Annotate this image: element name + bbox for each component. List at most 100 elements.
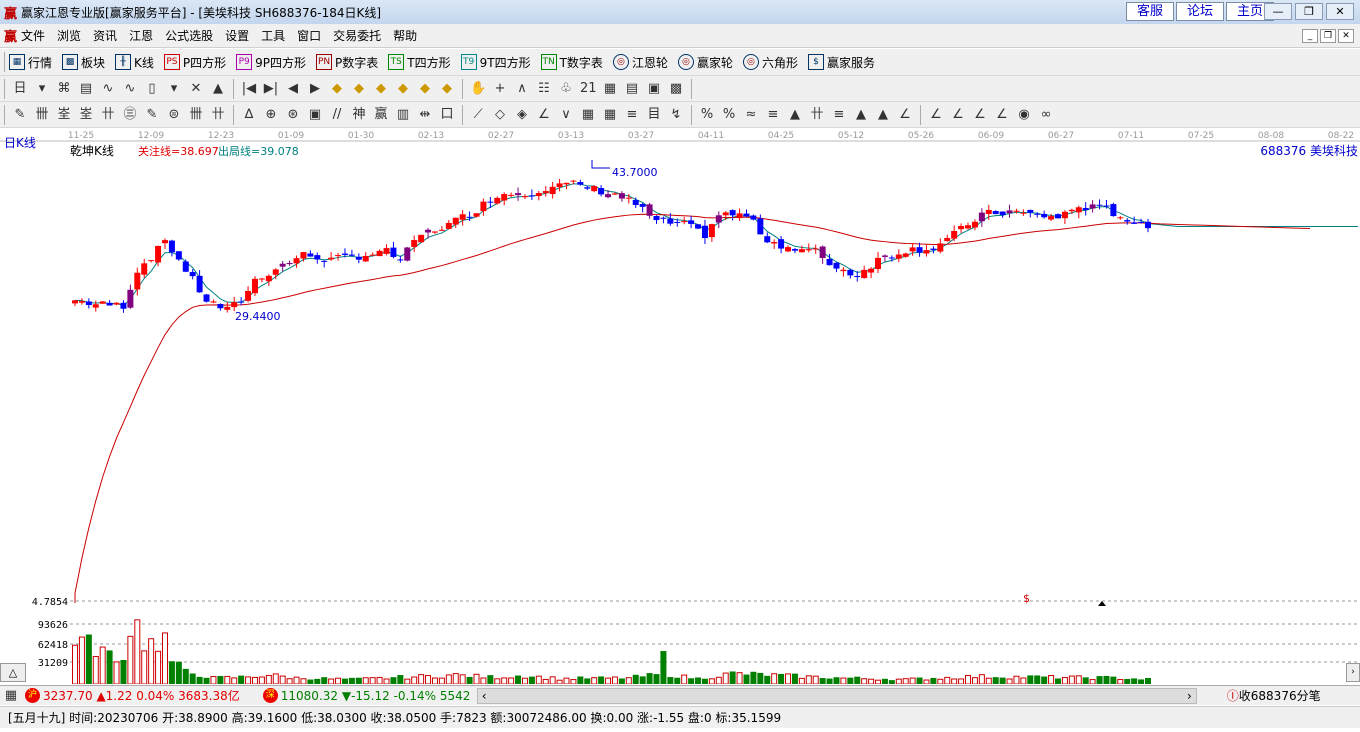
menu-gann[interactable]: 江恩: [129, 27, 153, 44]
mdi-close-button[interactable]: ✕: [1338, 28, 1354, 43]
tool-12-icon[interactable]: ⊛: [285, 107, 301, 123]
tool-23-icon[interactable]: ∠: [536, 107, 552, 123]
tool-8-icon[interactable]: 卌: [188, 107, 204, 123]
tool-9-icon[interactable]: 卄: [210, 107, 226, 123]
close-button[interactable]: ✕: [1326, 3, 1354, 20]
tool-16-icon[interactable]: 赢: [373, 107, 389, 123]
tool-1-icon[interactable]: ▾: [34, 81, 50, 97]
tool-12-icon[interactable]: ◀: [285, 81, 301, 97]
tool-6-icon[interactable]: ✎: [144, 107, 160, 123]
tool-4-icon[interactable]: ∿: [100, 81, 116, 97]
service-link[interactable]: 客服: [1126, 2, 1174, 21]
tool-41-icon[interactable]: ∠: [950, 107, 966, 123]
tool-3-icon[interactable]: ▤: [78, 81, 94, 97]
tool-36-icon[interactable]: ≡: [831, 107, 847, 123]
expand-panel-button[interactable]: △: [0, 663, 26, 682]
tool-17-icon[interactable]: ▥: [395, 107, 411, 123]
menu-settings[interactable]: 设置: [225, 27, 249, 44]
tool-34-icon[interactable]: ▲: [787, 107, 803, 123]
tool-27-icon[interactable]: ≡: [624, 107, 640, 123]
tool-11-icon[interactable]: ⊕: [263, 107, 279, 123]
menu-formula[interactable]: 公式选股: [165, 27, 213, 44]
tool-16-icon[interactable]: ◆: [373, 81, 389, 97]
kline-chart[interactable]: 11-25 12-09 12-23 01-09 01-30 02-13 02-27 03-13…: [0, 128, 1360, 684]
tool-5-icon[interactable]: ㊂: [122, 107, 138, 123]
scroll-left-button[interactable]: ‹: [482, 689, 487, 703]
tool-30-icon[interactable]: %: [699, 107, 715, 123]
grid-icon[interactable]: ▦: [3, 688, 19, 704]
tool-10-icon[interactable]: |◀: [241, 81, 257, 97]
minimize-button[interactable]: —: [1264, 3, 1292, 20]
toolbar-item-0[interactable]: ▦ 行情: [9, 54, 52, 71]
tool-14-icon[interactable]: ◆: [329, 81, 345, 97]
tool-21-icon[interactable]: ◇: [492, 107, 508, 123]
menu-trade[interactable]: 交易委托: [333, 27, 381, 44]
tool-24-icon[interactable]: ♧: [558, 81, 574, 97]
toolbar-item-7[interactable]: T9 9T四方形: [460, 54, 531, 71]
toolbar-item-10[interactable]: ◎ 赢家轮: [677, 54, 733, 71]
tool-17-icon[interactable]: ◆: [395, 81, 411, 97]
tool-4-icon[interactable]: 卄: [100, 107, 116, 123]
toolbar-item-5[interactable]: PN P数字表: [316, 54, 378, 71]
menu-info[interactable]: 资讯: [93, 27, 117, 44]
tool-29-icon[interactable]: ↯: [668, 107, 684, 123]
tool-26-icon[interactable]: ▦: [602, 81, 618, 97]
tool-13-icon[interactable]: ▶: [307, 81, 323, 97]
tool-22-icon[interactable]: ◈: [514, 107, 530, 123]
tool-2-icon[interactable]: 峑: [56, 107, 72, 123]
tool-25-icon[interactable]: ▦: [580, 107, 596, 123]
tool-28-icon[interactable]: ▣: [646, 81, 662, 97]
tool-25-icon[interactable]: 21: [580, 81, 597, 97]
tool-20-icon[interactable]: ⟋: [470, 107, 486, 123]
tool-27-icon[interactable]: ▤: [624, 81, 640, 97]
tool-14-icon[interactable]: //: [329, 107, 345, 123]
horizontal-scrollbar[interactable]: ‹ ›: [476, 687, 1197, 704]
tool-0-icon[interactable]: ✎: [12, 107, 28, 123]
tool-15-icon[interactable]: ◆: [351, 81, 367, 97]
mdi-restore-button[interactable]: ❐: [1320, 28, 1336, 43]
menu-browse[interactable]: 浏览: [57, 27, 81, 44]
tool-37-icon[interactable]: ▲: [853, 107, 869, 123]
menu-help[interactable]: 帮助: [393, 27, 417, 44]
toolbar-item-3[interactable]: PS P四方形: [163, 54, 226, 71]
forum-link[interactable]: 论坛: [1176, 2, 1224, 21]
tool-11-icon[interactable]: ▶|: [263, 81, 279, 97]
tool-22-icon[interactable]: ∧: [514, 81, 530, 97]
scroll-right-button[interactable]: ›: [1187, 689, 1192, 703]
tool-28-icon[interactable]: 目: [646, 107, 662, 123]
tool-1-icon[interactable]: 卌: [34, 107, 50, 123]
tool-5-icon[interactable]: ∿: [122, 81, 138, 97]
tool-6-icon[interactable]: ▯: [144, 81, 160, 97]
toolbar-item-11[interactable]: ◎ 六角形: [742, 54, 798, 71]
tool-24-icon[interactable]: ∨: [558, 107, 574, 123]
tool-10-icon[interactable]: ∆: [241, 107, 257, 123]
tool-8-icon[interactable]: ✕: [188, 81, 204, 97]
menu-window[interactable]: 窗口: [297, 27, 321, 44]
tool-32-icon[interactable]: ≈: [743, 107, 759, 123]
tool-7-icon[interactable]: ▾: [166, 81, 182, 97]
tool-35-icon[interactable]: 卄: [809, 107, 825, 123]
toolbar-item-4[interactable]: P9 9P四方形: [236, 54, 306, 71]
tool-19-icon[interactable]: ◆: [439, 81, 455, 97]
scroll-right-end-button[interactable]: ›: [1346, 663, 1360, 682]
tool-13-icon[interactable]: ▣: [307, 107, 323, 123]
tool-3-icon[interactable]: 峑: [78, 107, 94, 123]
tool-43-icon[interactable]: ∠: [994, 107, 1010, 123]
tool-20-icon[interactable]: ✋: [470, 81, 486, 97]
tool-21-icon[interactable]: +: [492, 81, 508, 97]
maximize-button[interactable]: ❐: [1295, 3, 1323, 20]
toolbar-item-6[interactable]: TS T四方形: [388, 54, 451, 71]
tool-9-icon[interactable]: ▲: [210, 81, 226, 97]
tool-0-icon[interactable]: 日: [12, 81, 28, 97]
tool-18-icon[interactable]: ⇹: [417, 107, 433, 123]
sh-index[interactable]: 3237.70 ▲1.22 0.04% 3683.38亿: [43, 687, 240, 704]
tool-33-icon[interactable]: ≡: [765, 107, 781, 123]
toolbar-item-12[interactable]: $ 赢家服务: [807, 54, 875, 71]
tool-7-icon[interactable]: ⊜: [166, 107, 182, 123]
tool-39-icon[interactable]: ∠: [897, 107, 913, 123]
tool-26-icon[interactable]: ▦: [602, 107, 618, 123]
tool-42-icon[interactable]: ∠: [972, 107, 988, 123]
tool-44-icon[interactable]: ◉: [1016, 107, 1032, 123]
tool-15-icon[interactable]: 神: [351, 107, 367, 123]
tool-29-icon[interactable]: ▩: [668, 81, 684, 97]
